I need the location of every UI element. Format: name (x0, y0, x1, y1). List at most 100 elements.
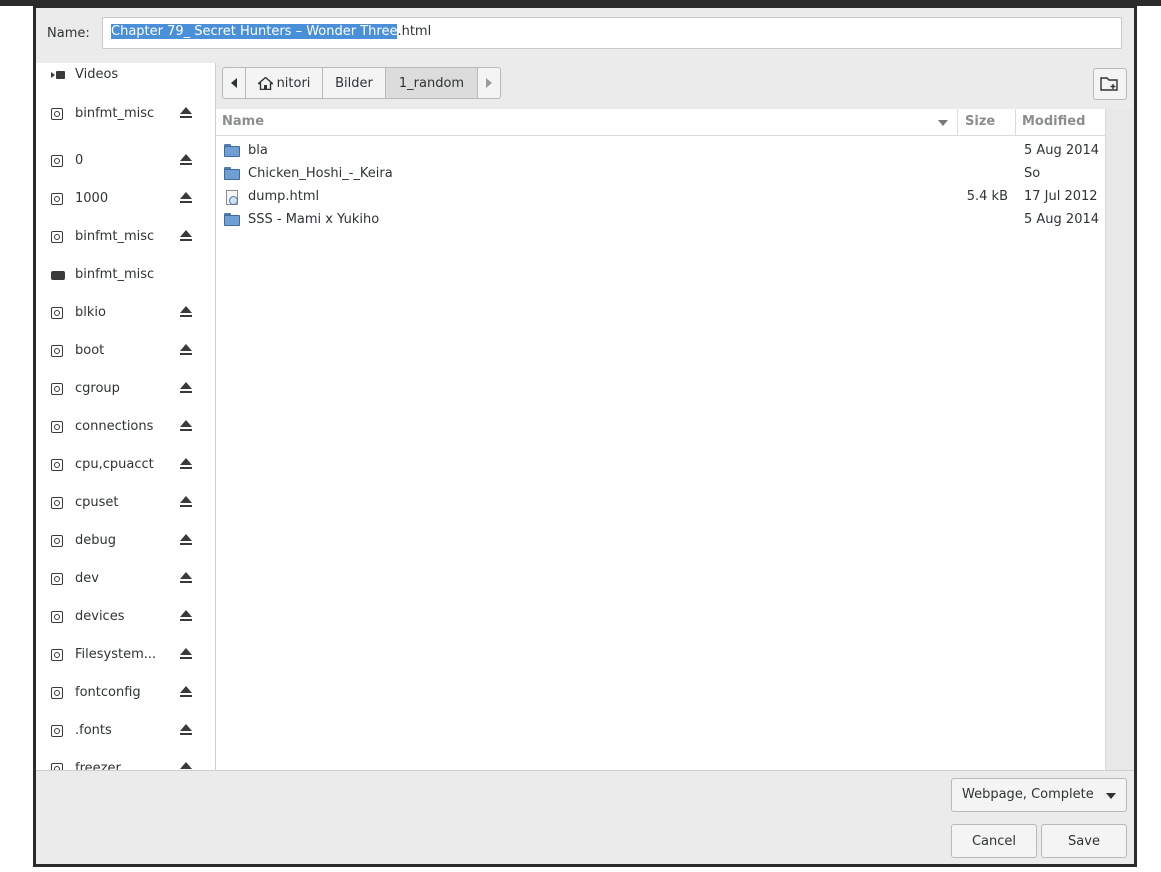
sidebar-item-label: .fonts (75, 723, 112, 738)
sidebar-item-label: freezer (75, 761, 121, 770)
file-modified: 5 Aug 2014 (1024, 143, 1100, 158)
file-row-sss-mami-x-yukiho[interactable]: SSS - Mami x Yukiho 5 Aug 2014 (216, 209, 1105, 232)
eject-icon[interactable] (180, 648, 192, 662)
path-crumb-bilder[interactable]: Bilder (322, 67, 386, 99)
eject-icon[interactable] (180, 107, 192, 121)
path-crumb-1-random[interactable]: 1_random (385, 67, 478, 99)
eject-icon[interactable] (180, 686, 192, 700)
save-button-label: Save (1068, 833, 1100, 849)
eject-icon[interactable] (180, 230, 192, 244)
folder-icon (224, 213, 240, 227)
sidebar-item-label: cpu,cpuacct (75, 457, 154, 472)
eject-icon[interactable] (180, 344, 192, 358)
sidebar-item-binfmt-misc[interactable]: binfmt_misc (36, 96, 215, 134)
sidebar-item-blkio[interactable]: blkio (36, 295, 215, 333)
disk-icon (51, 307, 65, 321)
sidebar-item-boot[interactable]: boot (36, 333, 215, 371)
disk-icon (51, 763, 65, 770)
file-modified: 5 Aug 2014 (1024, 212, 1100, 227)
path-crumb-label: Bilder (335, 75, 373, 91)
video-icon (51, 69, 65, 83)
eject-icon[interactable] (180, 496, 192, 510)
path-crumb-label: 1_random (398, 75, 465, 91)
sidebar-item-label: fontconfig (75, 685, 141, 700)
path-crumb-home[interactable]: nitori (245, 67, 323, 99)
sidebar-item-label: Filesystem... (75, 647, 157, 662)
column-header-size[interactable]: Size (965, 114, 995, 129)
sidebar-item-devices[interactable]: devices (36, 599, 215, 637)
filename-selected-text: Chapter 79_ Secret Hunters – Wonder Thre… (111, 24, 398, 39)
file-name: Chicken_Hoshi_-_Keira (248, 166, 393, 181)
file-modified: 17 Jul 2012 (1024, 189, 1098, 204)
sidebar-item-0[interactable]: 0 (36, 143, 215, 181)
sidebar-item-freezer[interactable]: freezer (36, 751, 215, 770)
eject-icon[interactable] (180, 306, 192, 320)
sidebar-item-binfmt-misc-2[interactable]: binfmt_misc (36, 219, 215, 257)
column-header-modified[interactable]: Modified (1022, 114, 1085, 129)
eject-icon[interactable] (180, 420, 192, 434)
save-button[interactable]: Save (1041, 824, 1127, 858)
name-label: Name: (47, 26, 90, 41)
sidebar-item-fonts[interactable]: .fonts (36, 713, 215, 751)
disk-icon (51, 421, 65, 435)
sidebar-item-cgroup[interactable]: cgroup (36, 371, 215, 409)
chevron-left-icon (231, 78, 237, 88)
file-size: 5.4 kB (966, 189, 1008, 204)
dropdown-arrow-icon (1106, 793, 1116, 799)
sidebar-item-label: cgroup (75, 381, 120, 396)
eject-icon[interactable] (180, 762, 192, 770)
eject-icon[interactable] (180, 458, 192, 472)
sidebar-item-label: boot (75, 343, 105, 358)
file-list-scrollbar[interactable] (1105, 109, 1132, 770)
column-separator (957, 109, 958, 135)
file-row-bla[interactable]: bla 5 Aug 2014 (216, 140, 1105, 163)
filename-input[interactable]: Chapter 79_ Secret Hunters – Wonder Thre… (102, 17, 1122, 49)
sidebar-item-label: blkio (75, 305, 106, 320)
sidebar-item-cpuset[interactable]: cpuset (36, 485, 215, 523)
sidebar-item-1000[interactable]: 1000 (36, 181, 215, 219)
eject-icon[interactable] (180, 382, 192, 396)
eject-icon[interactable] (180, 724, 192, 738)
eject-icon[interactable] (180, 572, 192, 586)
filename-row: Name: Chapter 79_ Secret Hunters – Wonde… (36, 8, 1134, 63)
sidebar-item-filesystem[interactable]: Filesystem... (36, 637, 215, 675)
file-list[interactable]: Name Size Modified bla 5 Aug 2014 Chicke… (216, 109, 1105, 770)
home-icon (257, 76, 273, 90)
disk-icon (51, 497, 65, 511)
file-type-select[interactable]: Webpage, Complete (951, 778, 1127, 812)
file-name: bla (248, 143, 268, 158)
sidebar-item-fontconfig[interactable]: fontconfig (36, 675, 215, 713)
sidebar-item-label: debug (75, 533, 116, 548)
disk-icon (51, 108, 65, 122)
disk-icon (51, 725, 65, 739)
path-back-button[interactable] (222, 67, 246, 99)
new-folder-icon (1100, 77, 1118, 91)
file-list-header: Name Size Modified (216, 109, 1105, 136)
filename-extension: .html (397, 24, 432, 39)
sidebar-item-videos[interactable]: Videos (36, 63, 215, 96)
sidebar-item-cpu-cpuacct[interactable]: cpu,cpuacct (36, 447, 215, 485)
disk-icon (51, 649, 65, 663)
save-file-dialog: Name: Chapter 79_ Secret Hunters – Wonde… (33, 5, 1137, 867)
sidebar-item-label: cpuset (75, 495, 119, 510)
file-row-chicken-hoshi-keira[interactable]: Chicken_Hoshi_-_Keira So (216, 163, 1105, 186)
path-forward-button[interactable] (477, 67, 501, 99)
drive-icon (51, 269, 65, 283)
disk-icon (51, 155, 65, 169)
create-folder-button[interactable] (1093, 68, 1127, 100)
file-row-dump-html[interactable]: dump.html 5.4 kB 17 Jul 2012 (216, 186, 1105, 209)
column-header-name[interactable]: Name (222, 114, 264, 129)
eject-icon[interactable] (180, 534, 192, 548)
eject-icon[interactable] (180, 192, 192, 206)
sidebar-item-dev[interactable]: dev (36, 561, 215, 599)
disk-icon (51, 383, 65, 397)
sidebar-item-binfmt-misc-3[interactable]: binfmt_misc (36, 257, 215, 295)
sidebar-item-debug[interactable]: debug (36, 523, 215, 561)
path-bar: nitori Bilder 1_random (222, 67, 501, 99)
eject-icon[interactable] (180, 154, 192, 168)
cancel-button[interactable]: Cancel (951, 824, 1037, 858)
disk-icon (51, 231, 65, 245)
eject-icon[interactable] (180, 610, 192, 624)
sidebar-item-connections[interactable]: connections (36, 409, 215, 447)
places-sidebar[interactable]: Videos binfmt_misc 0 1000 binfmt_misc bi… (36, 63, 216, 770)
